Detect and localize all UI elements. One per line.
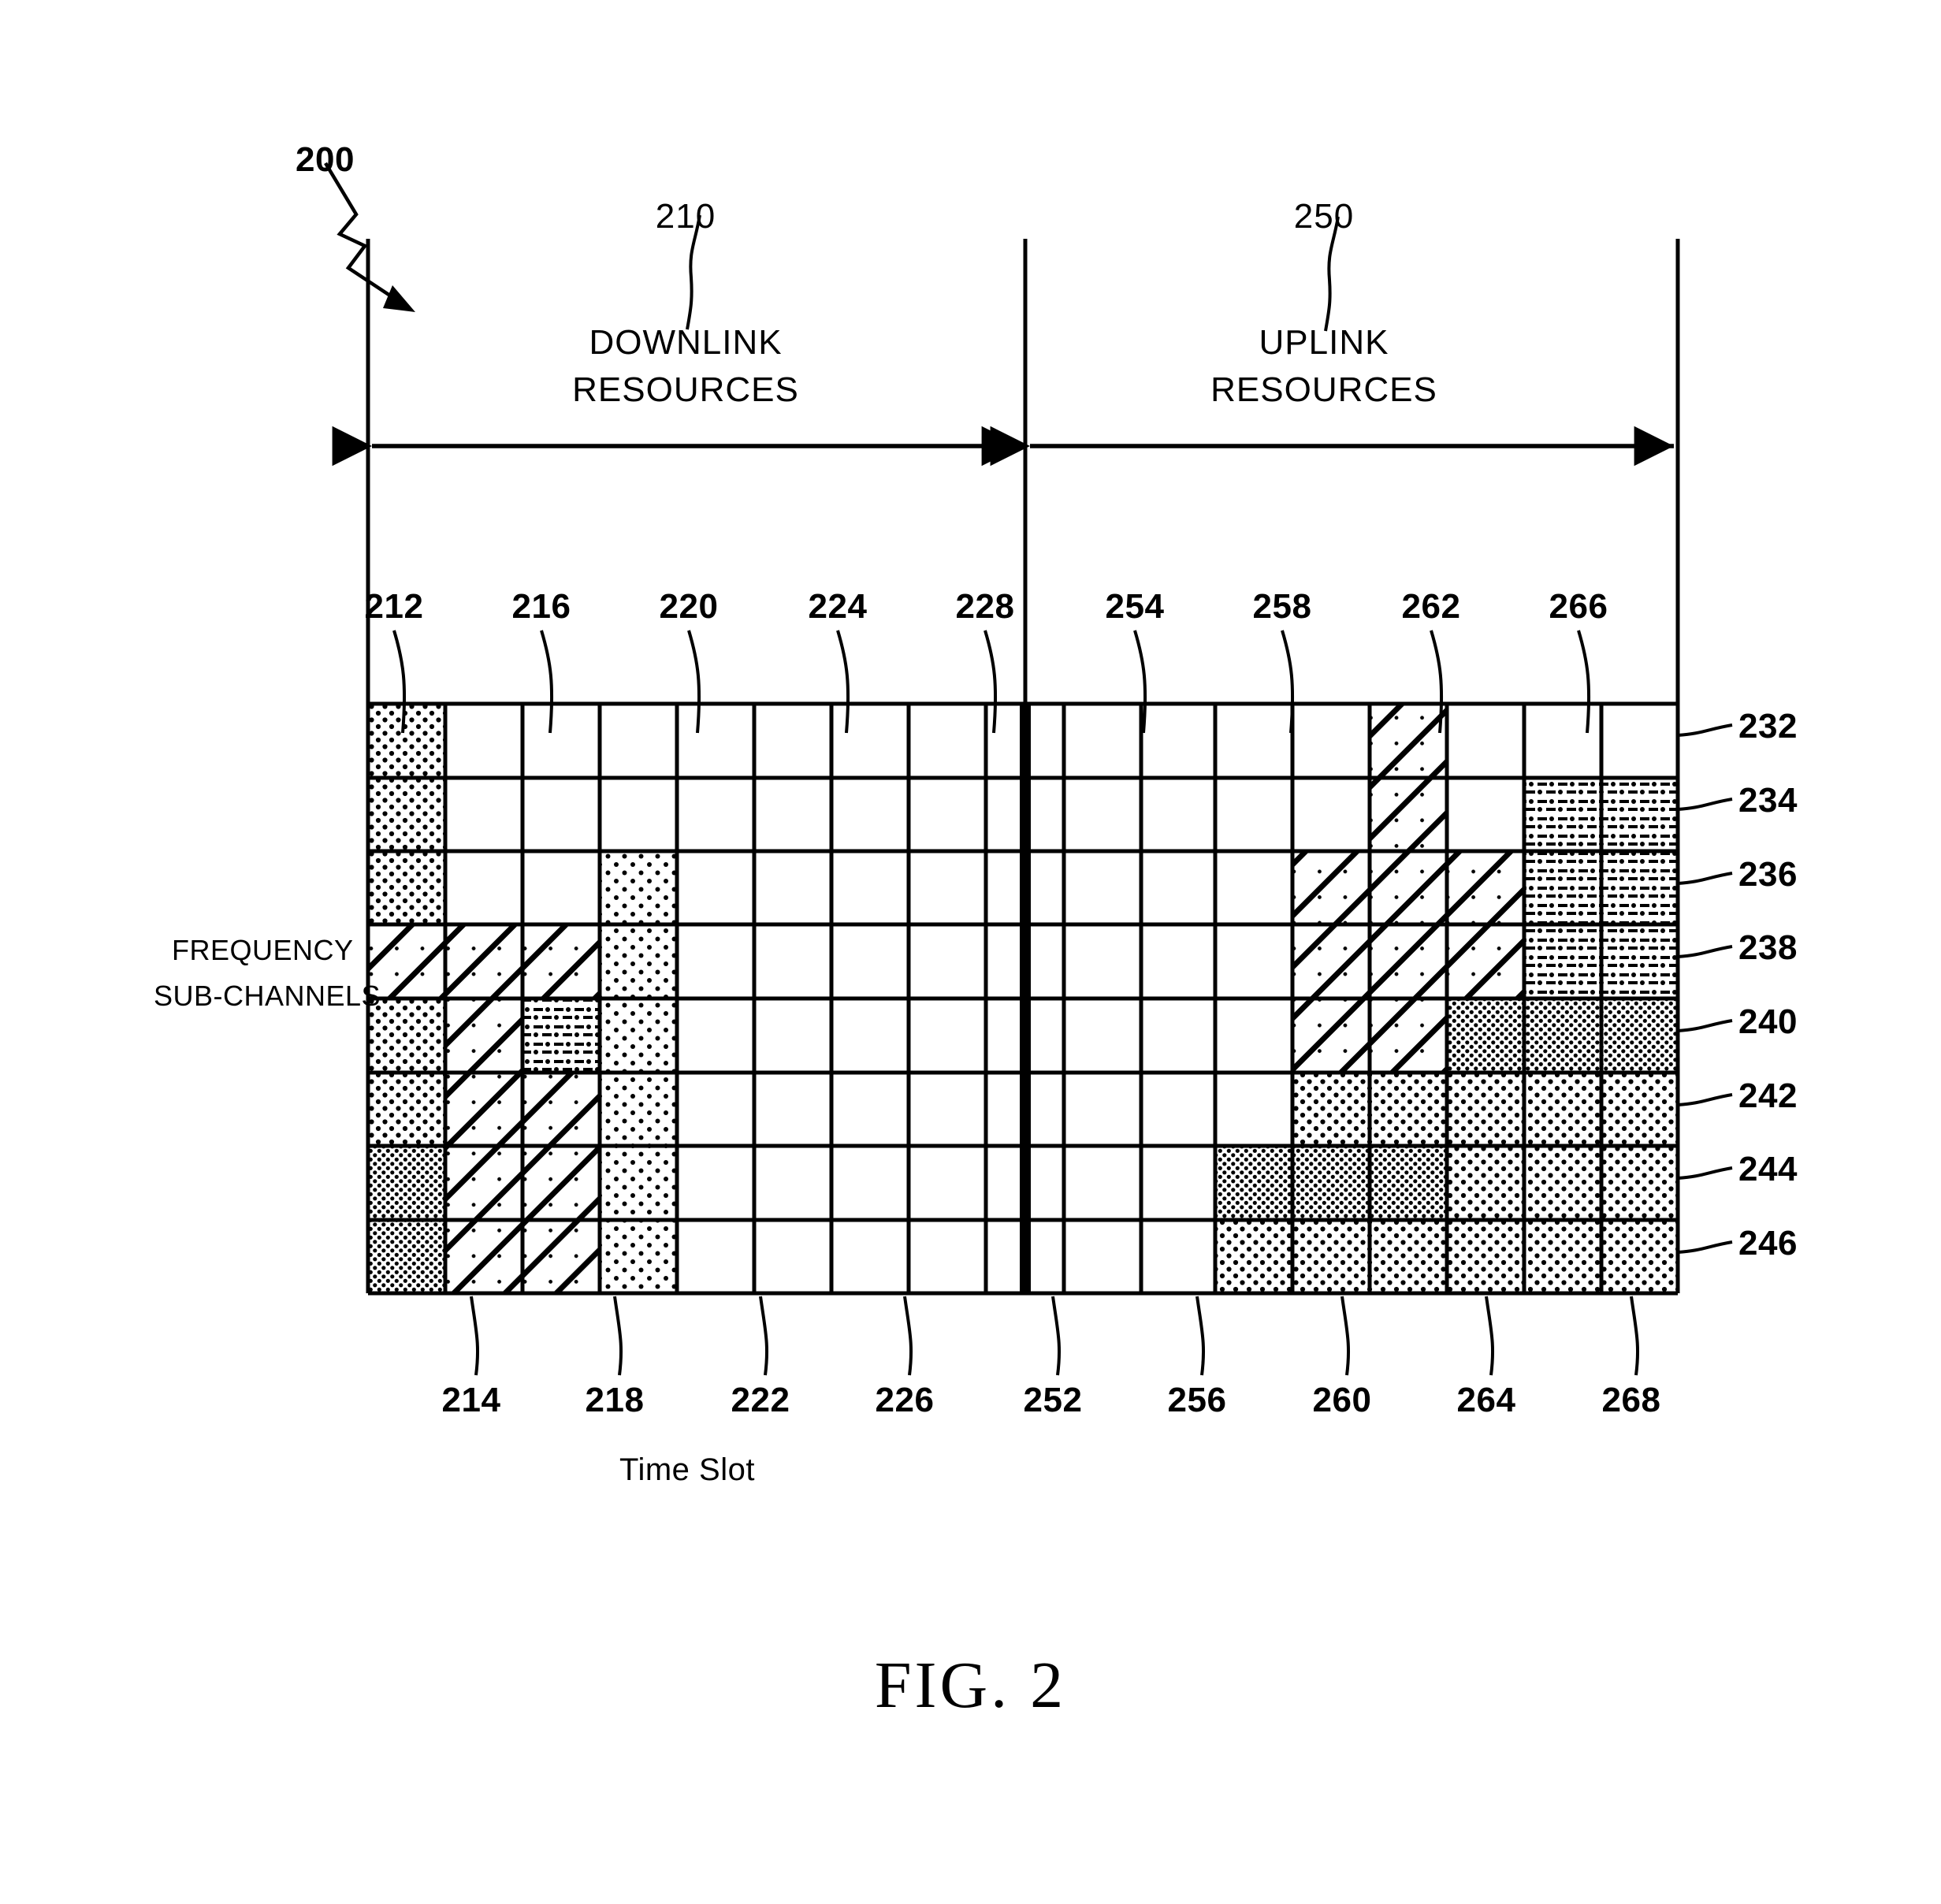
cell-262 — [1370, 704, 1447, 1073]
y-axis-label-line1: FREQUENCY — [172, 934, 354, 966]
bottom-ref-214: 214 — [441, 1381, 501, 1419]
figure-caption: FIG. 2 — [874, 1649, 1067, 1722]
bottom-ref-256: 256 — [1167, 1381, 1227, 1419]
row-ref-244: 244 — [1738, 1150, 1798, 1188]
ref-200: 200 — [296, 140, 355, 179]
row-ref-232: 232 — [1738, 707, 1798, 746]
cell-260 — [1215, 1220, 1447, 1293]
row-ref-242: 242 — [1738, 1077, 1798, 1115]
uplink-header-line2: RESOURCES — [1210, 370, 1437, 409]
row-leaders — [1677, 723, 1733, 1254]
resource-grid — [366, 701, 1680, 1296]
row-ref-240: 240 — [1738, 1002, 1798, 1041]
cell-268 — [1447, 1073, 1678, 1293]
bottom-leaders — [470, 1296, 1640, 1376]
row-ref-238: 238 — [1738, 928, 1798, 967]
top-ref-220: 220 — [659, 587, 719, 626]
patent-figure-2: 200 210 DOWNLINK RESOURCES 250 UPLINK RE… — [0, 0, 1941, 1904]
bottom-ref-218: 218 — [585, 1381, 645, 1419]
extension-lines — [366, 239, 1680, 704]
bottom-ref-222: 222 — [731, 1381, 790, 1419]
ref-200-leader — [324, 162, 403, 305]
top-ref-216: 216 — [511, 587, 571, 626]
row-ref-234: 234 — [1738, 781, 1798, 820]
top-ref-266: 266 — [1549, 587, 1608, 626]
bottom-ref-268: 268 — [1601, 1381, 1661, 1419]
x-axis-label: Time Slot — [619, 1452, 755, 1487]
cell-212 — [368, 704, 445, 924]
cell-264 — [1370, 1073, 1447, 1146]
top-ref-224: 224 — [808, 587, 868, 626]
y-axis-label-line2: SUB-CHANNELS — [154, 980, 381, 1012]
row-ref-236: 236 — [1738, 855, 1798, 894]
top-ref-228: 228 — [955, 587, 1015, 626]
uplink-header-line1: UPLINK — [1259, 323, 1389, 362]
cell-214-band — [368, 924, 600, 998]
row-ref-246: 246 — [1738, 1224, 1798, 1263]
bottom-ref-260: 260 — [1312, 1381, 1372, 1419]
ref-200-arrowhead — [383, 285, 415, 312]
bottom-ref-264: 264 — [1456, 1381, 1516, 1419]
top-ref-212: 212 — [364, 587, 424, 626]
ref-250: 250 — [1293, 197, 1355, 236]
bottom-ref-252: 252 — [1023, 1381, 1083, 1419]
downlink-header-line1: DOWNLINK — [589, 323, 783, 362]
top-ref-258: 258 — [1252, 587, 1312, 626]
top-ref-254: 254 — [1105, 587, 1165, 626]
ref-210: 210 — [655, 197, 716, 236]
bottom-ref-226: 226 — [875, 1381, 935, 1419]
downlink-header-line2: RESOURCES — [572, 370, 799, 409]
top-ref-262: 262 — [1401, 587, 1461, 626]
